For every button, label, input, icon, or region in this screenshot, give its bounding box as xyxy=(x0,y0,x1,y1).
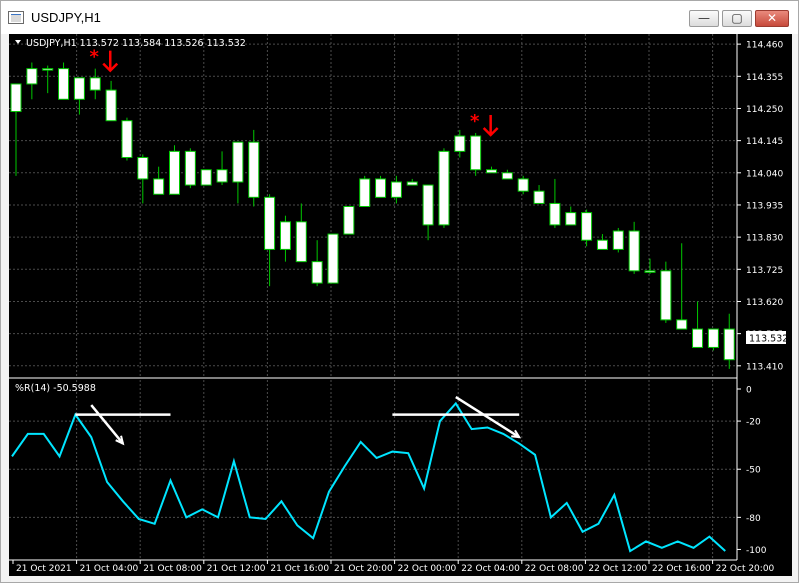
price-tick-label: 114.040 xyxy=(746,169,783,179)
mt4-chart-window: USDJPY,H1 — ▢ ✕ * * 114.460 114.355 114.250… xyxy=(0,0,799,583)
time-tick-label: 21 Oct 04:00 xyxy=(80,564,139,574)
price-panel-header: USDJPY,H1 113.572 113.584 113.526 113.53… xyxy=(26,38,246,49)
price-tick-label: 113.725 xyxy=(746,266,783,276)
candle-body xyxy=(73,77,85,100)
candle-body xyxy=(486,169,497,174)
time-tick-label: 21 Oct 2021 xyxy=(16,564,72,574)
time-tick-label: 21 Oct 20:00 xyxy=(334,564,393,574)
candle-body xyxy=(248,141,260,198)
maximize-button[interactable]: ▢ xyxy=(722,10,752,27)
candle-body xyxy=(327,233,339,284)
candle-body xyxy=(153,178,165,195)
candle-body xyxy=(692,328,704,348)
candle-body xyxy=(676,319,688,330)
candle-body xyxy=(89,77,101,91)
asterisk-icon: * xyxy=(470,111,480,132)
candle-body xyxy=(375,178,387,198)
candle-body xyxy=(454,135,466,152)
price-tick-label: 113.830 xyxy=(746,234,783,244)
candle-body xyxy=(279,221,291,250)
time-tick-label: 22 Oct 16:00 xyxy=(652,564,711,574)
candle-body xyxy=(200,169,212,186)
candle-body xyxy=(612,230,624,250)
price-tick-label: 114.250 xyxy=(746,105,783,115)
price-tick-label: 113.410 xyxy=(746,362,783,372)
maximize-icon: ▢ xyxy=(731,11,743,25)
candle-body xyxy=(565,212,577,226)
current-price-label: 113.532 xyxy=(749,334,788,345)
candle-body xyxy=(628,230,640,272)
price-tick-label: 114.145 xyxy=(746,137,783,147)
candle-body xyxy=(438,150,450,226)
candle-body xyxy=(707,328,719,348)
close-icon: ✕ xyxy=(766,11,778,25)
price-tick-label: 114.460 xyxy=(746,41,783,51)
candle-body xyxy=(216,169,228,183)
candle-body xyxy=(58,68,70,100)
candle-body xyxy=(169,150,180,195)
window-titlebar[interactable]: USDJPY,H1 — ▢ ✕ xyxy=(1,1,798,34)
chart-background xyxy=(9,34,792,576)
time-tick-label: 21 Oct 12:00 xyxy=(207,564,266,574)
candle-body xyxy=(343,206,355,235)
candle-body xyxy=(184,150,196,186)
candle-body xyxy=(121,120,133,158)
candle-body xyxy=(501,172,513,180)
minimize-icon: — xyxy=(698,11,710,25)
candle-body xyxy=(105,89,117,122)
indicator-tick-label: -20 xyxy=(746,418,761,428)
candle-body xyxy=(549,202,561,226)
candle-body xyxy=(311,261,323,284)
window-title: USDJPY,H1 xyxy=(31,10,101,25)
candle-body xyxy=(137,156,149,180)
time-tick-label: 22 Oct 04:00 xyxy=(461,564,520,574)
candle-body xyxy=(422,184,434,226)
time-tick-label: 22 Oct 20:00 xyxy=(716,564,775,574)
price-tick-label: 113.935 xyxy=(746,201,783,211)
time-tick-label: 22 Oct 12:00 xyxy=(588,564,647,574)
candle-body xyxy=(26,68,38,85)
candle-body xyxy=(390,181,402,198)
candle-body xyxy=(406,181,418,186)
indicator-panel-header: %R(14) -50.5988 xyxy=(15,383,96,394)
time-tick-label: 22 Oct 00:00 xyxy=(398,564,457,574)
candle-body xyxy=(596,239,608,250)
indicator-tick-label: -80 xyxy=(746,514,761,524)
candle-body xyxy=(470,135,482,171)
candle-body xyxy=(295,221,307,263)
price-tick-label: 113.620 xyxy=(746,298,783,308)
asterisk-icon: * xyxy=(90,47,100,68)
candle-body xyxy=(42,68,54,71)
time-tick-label: 21 Oct 16:00 xyxy=(270,564,329,574)
candle-body xyxy=(581,212,593,241)
indicator-tick-label: -50 xyxy=(746,466,761,476)
price-tick-label: 114.355 xyxy=(746,73,783,83)
chart-window-icon xyxy=(8,11,24,24)
time-tick-label: 22 Oct 08:00 xyxy=(525,564,584,574)
candle-body xyxy=(10,83,22,113)
price-chart[interactable]: * * 114.460 114.355 114.250 114.145 114.040 11… xyxy=(9,34,792,576)
candle-body xyxy=(660,270,672,321)
minimize-button[interactable]: — xyxy=(689,10,719,27)
indicator-tick-label: 0 xyxy=(746,386,752,396)
close-button[interactable]: ✕ xyxy=(755,10,789,27)
candle-body xyxy=(644,270,656,273)
candle-body xyxy=(723,328,735,361)
candle-body xyxy=(359,178,371,208)
candle-body xyxy=(264,196,276,250)
candle-body xyxy=(517,178,529,192)
time-tick-label: 21 Oct 08:00 xyxy=(143,564,202,574)
indicator-tick-label: -100 xyxy=(746,546,767,556)
candle-body xyxy=(232,141,244,183)
candle-body xyxy=(533,190,545,204)
